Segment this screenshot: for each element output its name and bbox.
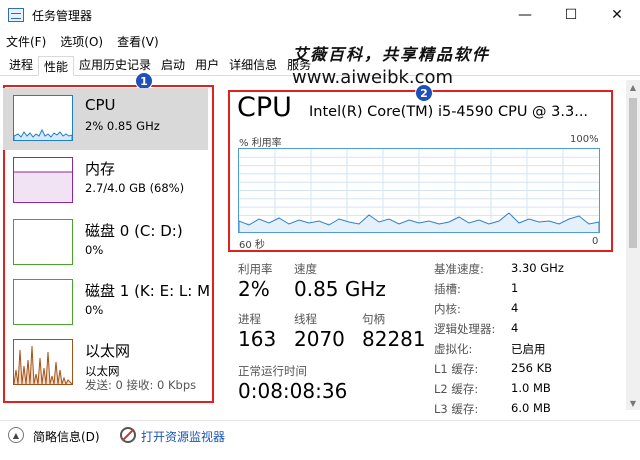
scroll-down-icon[interactable]: ▼ [626,396,640,410]
spec-label: 基准速度: [434,262,484,276]
ethernet-thumbnail-graph [13,339,73,386]
spec-value: 256 KB [511,361,553,375]
graph-y-max-label: 100% [570,134,599,145]
spec-label: 插槽: [434,282,461,296]
handles-value: 82281 [362,327,426,351]
cpu-utilization-graph [238,148,600,233]
task-manager-icon [8,8,24,22]
processes-value: 163 [238,327,277,351]
title-bar: 任务管理器 — ☐ ✕ [0,0,640,30]
disk-1-thumbnail-graph [13,279,73,325]
cpu-thumbnail-graph [13,95,73,141]
scroll-up-icon[interactable]: ▲ [626,80,640,94]
spec-value: 1.0 MB [511,381,551,395]
window-title: 任务管理器 [32,8,93,23]
menu-view[interactable]: 查看(V) [117,33,159,50]
spec-value: 6.0 MB [511,401,551,415]
sidebar-item-subtitle: 0% [85,303,104,317]
maximize-button[interactable]: ☐ [548,0,594,30]
sidebar-item-disk-0[interactable]: 磁盘 0 (C: D:) 0% [3,212,208,274]
close-button[interactable]: ✕ [594,0,640,30]
processes-label: 进程 [238,312,261,326]
sidebar-item-disk-1[interactable]: 磁盘 1 (K: E: L: M 0% [3,272,211,334]
tab-processes[interactable]: 进程 [4,55,38,75]
tab-startup[interactable]: 启动 [156,55,190,75]
graph-x-min-label: 0 [592,236,599,247]
spec-value: 1 [511,281,519,295]
spec-label: 逻辑处理器: [434,322,496,336]
cpu-heading: CPU [237,92,292,123]
spec-value: 3.30 GHz [511,261,564,275]
vertical-scrollbar[interactable]: ▲ ▼ [626,80,640,410]
handles-label: 句柄 [362,312,385,326]
sidebar-item-subtitle: 2% 0.85 GHz [85,119,160,133]
graph-grid [239,149,599,232]
cpu-thumbnail-sparkline [13,128,73,140]
utilization-label: 利用率 [238,262,273,276]
spec-label: 内核: [434,302,461,316]
disk-0-thumbnail-graph [13,219,73,265]
tab-users[interactable]: 用户 [190,55,224,75]
utilization-value: 2% [238,277,270,301]
memory-thumbnail-graph [13,157,73,203]
uptime-value: 0:08:08:36 [238,379,348,403]
window-controls: — ☐ ✕ [502,0,640,30]
menu-file[interactable]: 文件(F) [6,33,46,50]
spec-label: L3 缓存: [434,402,479,416]
sidebar-item-memory[interactable]: 内存 2.7/4.0 GB (68%) [3,150,208,212]
sidebar-item-title: 磁盘 0 (C: D:) [85,222,183,240]
sidebar-item-cpu[interactable]: CPU 2% 0.85 GHz [3,88,208,150]
open-resource-monitor-link[interactable]: 打开资源监视器 [141,428,225,445]
threads-value: 2070 [294,327,345,351]
threads-label: 线程 [294,312,317,326]
spec-label: L1 缓存: [434,362,479,376]
sidebar-item-subtitle: 0% [85,243,104,257]
spec-value: 4 [511,301,519,315]
graph-y-axis-label: % 利用率 [239,138,282,149]
minimize-button[interactable]: — [502,0,548,30]
footer-bar: ▲ 简略信息(D) 打开资源监视器 [0,420,640,450]
spec-value: 已启用 [511,342,546,356]
chevron-up-icon[interactable]: ▲ [8,427,24,443]
menu-options[interactable]: 选项(O) [60,33,103,50]
sidebar-item-subtitle: 2.7/4.0 GB (68%) [85,181,185,195]
ethernet-thumbnail-sparkline [13,345,73,386]
spec-label: L2 缓存: [434,382,479,396]
scroll-thumb[interactable] [629,98,637,248]
speed-label: 速度 [294,262,317,276]
sidebar-item-title: CPU [85,96,116,114]
sidebar-item-title: 以太网 [85,342,131,360]
memory-thumbnail-fill [14,171,72,202]
resource-monitor-icon[interactable] [120,427,136,443]
tab-details[interactable]: 详细信息 [224,55,282,75]
cpu-utilization-chart [238,149,600,232]
speed-value: 0.85 GHz [294,277,386,301]
sidebar-item-ethernet[interactable]: 以太网 以太网 发送: 0 接收: 0 Kbps [3,332,208,394]
spec-label: 虚拟化: [434,342,473,356]
cpu-model-name: Intel(R) Core(TM) i5-4590 CPU @ 3.3... [309,104,589,120]
sidebar-item-title: 磁盘 1 (K: E: L: M [85,282,211,300]
graph-x-axis-label: 60 秒 [239,240,265,251]
sidebar-item-throughput: 发送: 0 接收: 0 Kbps [85,378,197,392]
uptime-label: 正常运行时间 [238,364,307,378]
watermark-slogan: 艾薇百科，共享精品软件 [292,45,491,64]
fewer-details-link[interactable]: 简略信息(D) [33,428,100,445]
sidebar-item-title: 内存 [85,160,116,178]
callout-badge-2: 2 [415,84,433,102]
tab-performance[interactable]: 性能 [38,56,75,76]
spec-value: 4 [511,321,519,335]
